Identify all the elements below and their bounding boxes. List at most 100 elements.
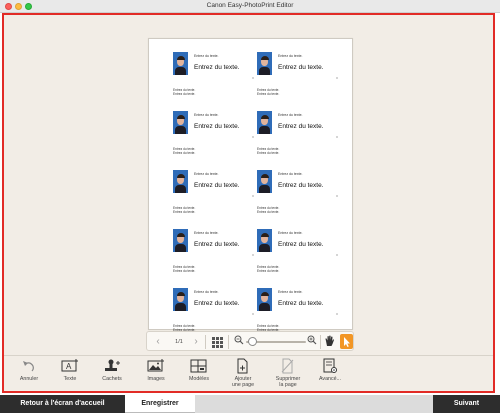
zoom-slider-knob[interactable] — [248, 337, 257, 346]
label-card[interactable]: Entrez du texte. Entrez du texte. Entrez d… — [257, 51, 341, 103]
portrait-photo[interactable] — [173, 288, 188, 311]
back-to-home-button[interactable]: Retour à l'écran d'accueil — [0, 395, 125, 413]
page-indicator: 1/1 — [175, 339, 183, 345]
images-label: Images — [147, 376, 165, 382]
svg-text:A: A — [66, 362, 72, 371]
portrait-photo[interactable] — [257, 170, 272, 193]
label-card[interactable]: Entrez du texte. Entrez du texte. Entrez d… — [173, 51, 257, 103]
label-small-text[interactable]: Entrez du texte. — [278, 172, 303, 176]
guide-marker — [336, 254, 338, 256]
zoom-out-icon[interactable] — [234, 335, 244, 349]
label-small-text[interactable]: Entrez du texte. — [278, 290, 303, 294]
advanced-button[interactable]: Avancé... — [310, 358, 350, 394]
portrait-photo[interactable] — [173, 52, 188, 75]
add-page-button[interactable]: Ajouter une page — [223, 358, 263, 394]
label-card[interactable]: Entrez du texte. Entrez du texte. Entrez d… — [257, 110, 341, 162]
hand-tool-icon[interactable] — [323, 335, 335, 349]
undo-label: Annuler — [19, 376, 39, 382]
title-bar: Canon Easy-PhotoPrint Editor — [0, 0, 500, 13]
images-icon — [147, 359, 164, 372]
advanced-icon — [323, 358, 337, 373]
label-main-text[interactable]: Entrez du texte. — [194, 182, 240, 189]
bottom-bar-spacer — [195, 395, 433, 413]
label-main-text[interactable]: Entrez du texte. — [278, 123, 324, 130]
label-line-2[interactable]: Entrez du texte. — [173, 92, 195, 96]
portrait-photo[interactable] — [257, 52, 272, 75]
label-card[interactable]: Entrez du texte. Entrez du texte. Entrez d… — [173, 169, 257, 221]
grid-view-icon[interactable] — [211, 335, 223, 349]
delete-page-button[interactable]: Supprimer la page — [268, 358, 308, 394]
next-button[interactable]: Suivant — [433, 395, 500, 413]
label-main-text[interactable]: Entrez du texte. — [278, 241, 324, 248]
portrait-photo[interactable] — [257, 288, 272, 311]
guide-marker — [252, 254, 254, 256]
text-button[interactable]: A Texte — [50, 358, 90, 394]
undo-icon — [23, 361, 34, 372]
save-button[interactable]: Enregistrer — [125, 395, 195, 413]
select-tool-button[interactable] — [340, 334, 353, 349]
portrait-photo[interactable] — [173, 170, 188, 193]
label-line-2[interactable]: Entrez du texte. — [173, 269, 195, 273]
label-small-text[interactable]: Entrez du texte. — [194, 113, 219, 117]
stamps-label: Cachets — [102, 376, 122, 382]
portrait-photo[interactable] — [173, 111, 188, 134]
label-small-text[interactable]: Entrez du texte. — [278, 54, 303, 58]
label-line-2[interactable]: Entrez du texte. — [257, 269, 279, 273]
portrait-photo[interactable] — [257, 111, 272, 134]
guide-marker — [252, 77, 254, 79]
advanced-label: Avancé... — [319, 376, 341, 382]
label-card[interactable]: Entrez du texte. Entrez du texte. Entrez d… — [173, 110, 257, 162]
label-line-2[interactable]: Entrez du texte. — [257, 151, 279, 155]
tools-toolbar: Annuler A Texte Cachets Images Modèles A… — [4, 355, 493, 393]
label-small-text[interactable]: Entrez du texte. — [278, 231, 303, 235]
label-line-2[interactable]: Entrez du texte. — [257, 92, 279, 96]
bottom-bar: Retour à l'écran d'accueil Enregistrer S… — [0, 395, 500, 413]
portrait-photo[interactable] — [173, 229, 188, 252]
templates-label: Modèles — [188, 376, 210, 382]
separator — [205, 335, 206, 349]
label-small-text[interactable]: Entrez du texte. — [194, 54, 219, 58]
delete-page-label: Supprimer la page — [275, 376, 301, 388]
templates-icon — [190, 359, 207, 373]
chevron-left-icon[interactable]: ‹ — [153, 335, 163, 349]
label-main-text[interactable]: Entrez du texte. — [278, 300, 324, 307]
label-card[interactable]: Entrez du texte. Entrez du texte. Entrez d… — [173, 228, 257, 280]
label-main-text[interactable]: Entrez du texte. — [278, 64, 324, 71]
label-small-text[interactable]: Entrez du texte. — [278, 113, 303, 117]
chevron-right-icon[interactable]: › — [191, 335, 201, 349]
stamp-icon — [105, 359, 120, 371]
stamps-button[interactable]: Cachets — [92, 358, 132, 394]
label-main-text[interactable]: Entrez du texte. — [194, 123, 240, 130]
separator — [320, 335, 321, 349]
label-small-text[interactable]: Entrez du texte. — [194, 290, 219, 294]
guide-marker — [336, 313, 338, 315]
label-card[interactable]: Entrez du texte. Entrez du texte. Entrez d… — [257, 169, 341, 221]
add-page-icon — [237, 358, 248, 374]
label-main-text[interactable]: Entrez du texte. — [194, 64, 240, 71]
label-small-text[interactable]: Entrez du texte. — [194, 172, 219, 176]
guide-marker — [252, 195, 254, 197]
label-card[interactable]: Entrez du texte. Entrez du texte. Entrez d… — [257, 228, 341, 280]
images-button[interactable]: Images — [136, 358, 176, 394]
label-line-2[interactable]: Entrez du texte. — [173, 151, 195, 155]
delete-page-icon — [281, 358, 294, 374]
label-main-text[interactable]: Entrez du texte. — [194, 241, 240, 248]
label-main-text[interactable]: Entrez du texte. — [278, 182, 324, 189]
text-icon: A — [61, 359, 78, 372]
editor-area: Entrez du texte. Entrez du texte. Entrez d… — [2, 13, 495, 393]
label-main-text[interactable]: Entrez du texte. — [194, 300, 240, 307]
guide-marker — [252, 136, 254, 138]
label-line-2[interactable]: Entrez du texte. — [173, 210, 195, 214]
text-label: Texte — [63, 376, 77, 382]
add-page-label: Ajouter une page — [231, 376, 255, 388]
page-navigation-bar: ‹ 1/1 › — [146, 331, 354, 351]
undo-button[interactable]: Annuler — [9, 358, 49, 394]
label-small-text[interactable]: Entrez du texte. — [194, 231, 219, 235]
label-sheet: Entrez du texte. Entrez du texte. Entrez d… — [148, 38, 353, 332]
zoom-in-icon[interactable] — [307, 335, 317, 349]
window-title: Canon Easy-PhotoPrint Editor — [206, 2, 294, 9]
label-line-2[interactable]: Entrez du texte. — [257, 210, 279, 214]
guide-marker — [336, 195, 338, 197]
templates-button[interactable]: Modèles — [179, 358, 219, 394]
portrait-photo[interactable] — [257, 229, 272, 252]
